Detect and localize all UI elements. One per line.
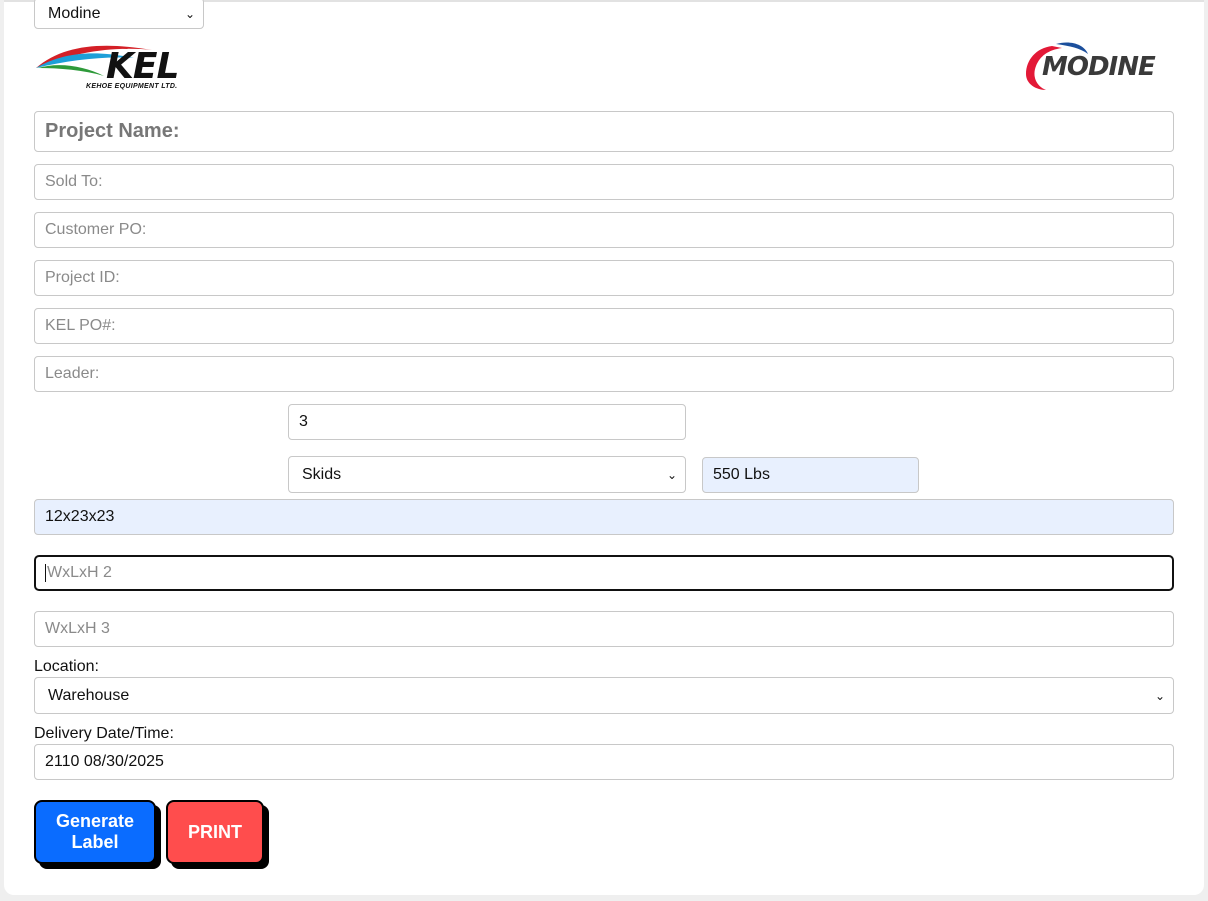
- dimensions-1-value: 12x23x23: [45, 508, 115, 525]
- kel-logo-text: KEL: [106, 46, 179, 87]
- chevron-down-icon: ⌄: [184, 6, 195, 21]
- location-value: Warehouse: [48, 686, 130, 704]
- delivery-datetime-field[interactable]: 2110 08/30/2025: [34, 744, 1174, 780]
- project-name-placeholder: Project Name:: [45, 120, 180, 142]
- kel-po-field[interactable]: KEL PO#:: [34, 308, 1174, 344]
- quantity-value: 3: [299, 413, 308, 430]
- project-id-placeholder: Project ID:: [45, 269, 120, 286]
- customer-po-placeholder: Customer PO:: [45, 221, 147, 238]
- modine-logo: MODINE: [1022, 40, 1178, 94]
- modine-logo-text: MODINE: [1042, 52, 1156, 82]
- chevron-down-icon: ⌄: [1154, 688, 1165, 703]
- sold-to-placeholder: Sold To:: [45, 173, 103, 190]
- sold-to-field[interactable]: Sold To:: [34, 164, 1174, 200]
- dimensions-2-field[interactable]: WxLxH 2: [34, 555, 1174, 591]
- dimensions-3-placeholder: WxLxH 3: [45, 620, 110, 637]
- generate-label-text: Generate Label: [55, 811, 135, 852]
- print-text: PRINT: [188, 821, 242, 842]
- dimensions-3-field[interactable]: WxLxH 3: [34, 611, 1174, 647]
- kel-logo-subtext: KEHOE EQUIPMENT LTD.: [86, 83, 178, 90]
- weight-field[interactable]: 550 Lbs: [702, 457, 919, 493]
- label-form-card: Modine ⌄ KEL KEHOE EQUIPMENT LTD. MODINE…: [4, 0, 1204, 895]
- text-caret: [45, 564, 46, 582]
- package-type-select[interactable]: Skids ⌄: [288, 456, 686, 493]
- dimensions-2-placeholder: WxLxH 2: [47, 564, 112, 581]
- weight-value: 550 Lbs: [713, 466, 770, 483]
- quantity-field[interactable]: 3: [288, 404, 686, 440]
- delivery-label: Delivery Date/Time:: [34, 725, 174, 742]
- delivery-datetime-value: 2110 08/30/2025: [45, 753, 164, 770]
- project-id-field[interactable]: Project ID:: [34, 260, 1174, 296]
- leader-field[interactable]: Leader:: [34, 356, 1174, 392]
- leader-placeholder: Leader:: [45, 365, 100, 382]
- print-button[interactable]: PRINT: [166, 800, 264, 864]
- location-label: Location:: [34, 658, 99, 675]
- package-type-value: Skids: [302, 465, 342, 483]
- project-name-field[interactable]: Project Name:: [34, 111, 1174, 152]
- location-select[interactable]: Warehouse ⌄: [34, 677, 1174, 714]
- kel-po-placeholder: KEL PO#:: [45, 317, 116, 334]
- dimensions-1-field[interactable]: 12x23x23: [34, 499, 1174, 535]
- generate-label-button[interactable]: Generate Label: [34, 800, 156, 864]
- chevron-down-icon: ⌄: [666, 467, 677, 482]
- company-select-value: Modine: [48, 4, 101, 22]
- kel-logo: KEL KEHOE EQUIPMENT LTD.: [34, 40, 194, 96]
- customer-po-field[interactable]: Customer PO:: [34, 212, 1174, 248]
- company-select[interactable]: Modine ⌄: [34, 0, 204, 29]
